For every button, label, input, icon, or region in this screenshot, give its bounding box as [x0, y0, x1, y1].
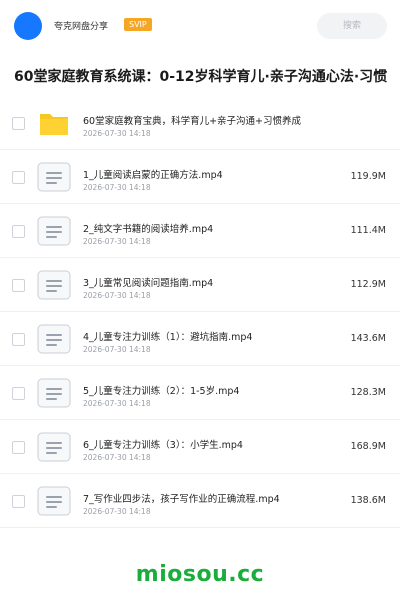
- svip-badge: SVIP: [124, 18, 152, 31]
- document-icon: [37, 270, 71, 300]
- row-checkbox[interactable]: [12, 441, 25, 454]
- file-name: 5_儿童专注力训练（2）：1-5岁.mp4: [83, 386, 240, 397]
- file-name: 7_写作业四步法，孩子写作业的正确流程.mp4: [83, 494, 280, 505]
- file-row[interactable]: 5_儿童专注力训练（2）：1-5岁.mp4 2026-07-30 14:18 1…: [0, 366, 400, 420]
- file-name: 1_儿童阅读启蒙的正确方法.mp4: [83, 170, 223, 181]
- file-date: 2026-07-30 14:18: [83, 183, 151, 192]
- row-checkbox[interactable]: [12, 225, 25, 238]
- file-size: 128.3M: [350, 387, 386, 398]
- header: 夸克网盘分享 SVIP 搜索: [0, 0, 400, 54]
- row-checkbox[interactable]: [12, 333, 25, 346]
- row-checkbox[interactable]: [12, 279, 25, 292]
- file-row[interactable]: 4_儿童专注力训练（1）：避坑指南.mp4 2026-07-30 14:18 1…: [0, 312, 400, 366]
- file-row[interactable]: 6_儿童专注力训练（3）：小学生.mp4 2026-07-30 14:18 16…: [0, 420, 400, 474]
- row-checkbox[interactable]: [12, 495, 25, 508]
- file-date: 2026-07-30 14:18: [83, 237, 151, 246]
- document-icon: [37, 378, 71, 408]
- file-list: 60堂家庭教育宝典，科学育儿+亲子沟通+习惯养成 2026-07-30 14:1…: [0, 96, 400, 528]
- file-row[interactable]: 7_写作业四步法，孩子写作业的正确流程.mp4 2026-07-30 14:18…: [0, 474, 400, 528]
- file-size: 143.6M: [350, 333, 386, 344]
- file-date: 2026-07-30 14:18: [83, 291, 151, 300]
- row-checkbox[interactable]: [12, 387, 25, 400]
- row-checkbox[interactable]: [12, 171, 25, 184]
- file-name: 3_儿童常见阅读问题指南.mp4: [83, 278, 214, 289]
- file-row[interactable]: 2_纯文字书籍的阅读培养.mp4 2026-07-30 14:18 111.4M: [0, 204, 400, 258]
- file-size: 138.6M: [350, 495, 386, 506]
- file-date: 2026-07-30 14:18: [83, 129, 151, 138]
- file-size: 168.9M: [350, 441, 386, 452]
- share-page: 夸克网盘分享 SVIP 搜索 60堂家庭教育系统课：0-12岁科学育儿·亲子沟通…: [0, 0, 400, 600]
- file-row[interactable]: 1_儿童阅读启蒙的正确方法.mp4 2026-07-30 14:18 119.9…: [0, 150, 400, 204]
- search-input[interactable]: 搜索: [317, 13, 387, 39]
- document-icon: [37, 162, 71, 192]
- file-name: 4_儿童专注力训练（1）：避坑指南.mp4: [83, 332, 253, 343]
- user-name[interactable]: 夸克网盘分享: [54, 19, 108, 32]
- page-title: 60堂家庭教育系统课：0-12岁科学育儿·亲子沟通心法·习惯: [14, 69, 388, 85]
- document-icon: [37, 486, 71, 516]
- file-date: 2026-07-30 14:18: [83, 345, 151, 354]
- document-icon: [37, 432, 71, 462]
- document-icon: [37, 216, 71, 246]
- avatar[interactable]: [14, 12, 42, 40]
- file-date: 2026-07-30 14:18: [83, 507, 151, 516]
- folder-icon: [40, 114, 68, 135]
- file-size: 112.9M: [350, 279, 386, 290]
- file-size: 111.4M: [350, 225, 386, 236]
- file-date: 2026-07-30 14:18: [83, 453, 151, 462]
- document-icon: [37, 324, 71, 354]
- file-date: 2026-07-30 14:18: [83, 399, 151, 408]
- file-name: 2_纯文字书籍的阅读培养.mp4: [83, 224, 214, 235]
- file-row[interactable]: 3_儿童常见阅读问题指南.mp4 2026-07-30 14:18 112.9M: [0, 258, 400, 312]
- file-row[interactable]: 60堂家庭教育宝典，科学育儿+亲子沟通+习惯养成 2026-07-30 14:1…: [0, 96, 400, 150]
- row-checkbox[interactable]: [12, 117, 25, 130]
- file-name: 6_儿童专注力训练（3）：小学生.mp4: [83, 440, 243, 451]
- file-size: 119.9M: [350, 171, 386, 182]
- watermark: miosou.cc: [135, 562, 265, 587]
- file-name: 60堂家庭教育宝典，科学育儿+亲子沟通+习惯养成: [83, 116, 302, 127]
